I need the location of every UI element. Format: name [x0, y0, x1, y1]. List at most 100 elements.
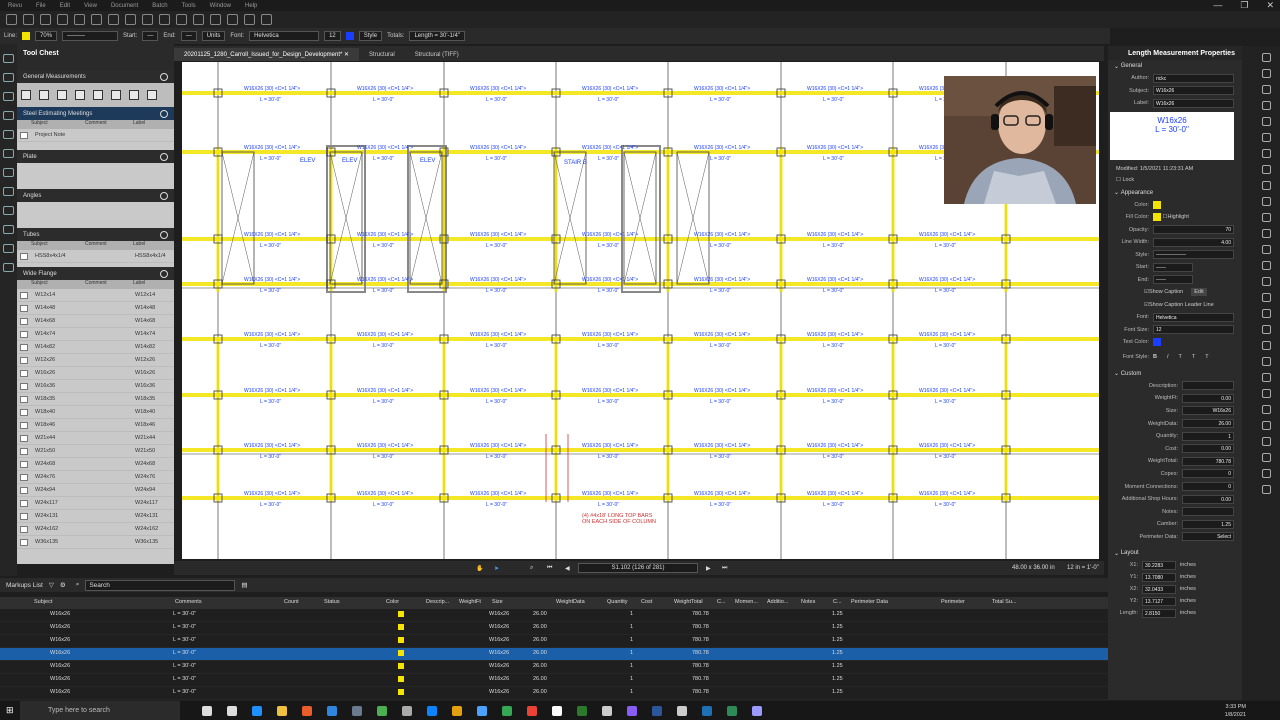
- gear-icon[interactable]: [160, 230, 168, 239]
- toolbar-button-icon[interactable]: [74, 14, 85, 25]
- taskbar-app-icon[interactable]: [426, 705, 437, 716]
- tool-item[interactable]: W14x68 W14x68: [17, 315, 174, 328]
- taskbar-app-icon[interactable]: [551, 705, 562, 716]
- length-tool-icon[interactable]: [21, 90, 31, 100]
- toolbar-button-icon[interactable]: [57, 14, 68, 25]
- column-header[interactable]: WeightData: [556, 599, 585, 605]
- toolbar-button-icon[interactable]: [108, 14, 119, 25]
- custom-field[interactable]: 0.00: [1182, 494, 1234, 504]
- tool-item[interactable]: W12x26 W12x26: [17, 354, 174, 367]
- table-row[interactable]: W16x26 L = 30'-0" W16x26 26.00 1 780.78 1.25: [0, 648, 1108, 661]
- custom-field[interactable]: 780.78: [1182, 456, 1234, 466]
- style-dropdown[interactable]: Style: [358, 31, 383, 41]
- column-header[interactable]: C...: [717, 599, 726, 605]
- menu-item[interactable]: Window: [210, 3, 231, 9]
- panel-tab-icon[interactable]: [1262, 53, 1271, 62]
- toolbar-button-icon[interactable]: [40, 14, 51, 25]
- polylength-tool-icon[interactable]: [39, 90, 49, 100]
- panel-tab-icon[interactable]: [1262, 245, 1271, 254]
- panel-tab-icon[interactable]: [1262, 325, 1271, 334]
- opacity-field[interactable]: 70: [1153, 225, 1234, 235]
- minimize-button[interactable]: —: [1213, 0, 1222, 11]
- taskbar-app-icon[interactable]: [326, 705, 337, 716]
- panel-tab-icon[interactable]: [1262, 373, 1271, 382]
- panel-tab-icon[interactable]: [1262, 229, 1271, 238]
- section-angles[interactable]: Angles: [17, 189, 174, 202]
- first-page-icon[interactable]: ⏮: [547, 565, 552, 572]
- color-swatch[interactable]: [1153, 200, 1161, 209]
- custom-field[interactable]: W16x26: [1182, 406, 1234, 416]
- panel-tab-icon[interactable]: [1262, 453, 1271, 462]
- taskbar-app-icon[interactable]: [226, 705, 237, 716]
- panel-tab-icon[interactable]: [1262, 405, 1271, 414]
- panel-tab-icon[interactable]: [3, 263, 14, 272]
- layout-field[interactable]: 32.0433: [1142, 584, 1176, 594]
- textcolor-swatch[interactable]: [1153, 338, 1161, 347]
- panel-tab-icon[interactable]: [1262, 389, 1271, 398]
- panel-tab-icon[interactable]: [1262, 421, 1271, 430]
- taskbar-app-icon[interactable]: [576, 705, 587, 716]
- tool-item[interactable]: W24x131 W24x131: [17, 510, 174, 523]
- table-row[interactable]: W16x26 L = 30'-0" W16x26 26.00 1 780.78 1.25: [0, 609, 1108, 622]
- custom-field[interactable]: 0: [1182, 482, 1234, 492]
- panel-tab-icon[interactable]: [1262, 181, 1271, 190]
- column-header[interactable]: Count: [284, 599, 299, 605]
- column-header[interactable]: Quantity: [607, 599, 627, 605]
- panel-tab-icon[interactable]: [1262, 69, 1271, 78]
- panel-tab-icon[interactable]: [1262, 197, 1271, 206]
- leader-checkbox[interactable]: ☑ Show Caption Leader Line: [1108, 299, 1242, 312]
- toolbar-button-icon[interactable]: [142, 14, 153, 25]
- area-tool-icon[interactable]: [75, 90, 85, 100]
- next-page-icon[interactable]: ▶: [706, 565, 711, 572]
- general-section-header[interactable]: ⌄ General: [1108, 60, 1242, 72]
- font-dropdown[interactable]: Helvetica: [249, 31, 320, 41]
- toolbar-button-icon[interactable]: [210, 14, 221, 25]
- panel-tab-icon[interactable]: [3, 187, 14, 196]
- column-header[interactable]: Perimeter: [941, 599, 965, 605]
- lock-checkbox[interactable]: ☐ Lock: [1108, 172, 1242, 183]
- linewidth-field[interactable]: 4.00: [1153, 237, 1234, 247]
- start-dropdown[interactable]: ——: [1153, 262, 1193, 272]
- gear-icon[interactable]: [160, 152, 168, 161]
- show-caption-checkbox[interactable]: ☑ Show Caption Edit: [1108, 286, 1242, 299]
- panel-tab-icon[interactable]: [1262, 485, 1271, 494]
- tool-item[interactable]: W14x82 W14x82: [17, 341, 174, 354]
- tool-chest-title[interactable]: Tool Chest: [17, 44, 174, 62]
- toolbar-button-icon[interactable]: [125, 14, 136, 25]
- toolbar-button-icon[interactable]: [193, 14, 204, 25]
- panel-tab-icon[interactable]: [3, 92, 14, 101]
- appearance-section-header[interactable]: ⌄ Appearance: [1108, 187, 1242, 199]
- taskbar-app-icon[interactable]: [726, 705, 737, 716]
- markups-search-input[interactable]: Search: [85, 579, 236, 591]
- menu-item[interactable]: View: [84, 3, 97, 9]
- opacity-field[interactable]: 70%: [35, 31, 58, 41]
- fill-swatch[interactable]: [1153, 213, 1161, 222]
- table-row[interactable]: W16x26 L = 30'-0" W16x26 26.00 1 780.78 1.25: [0, 674, 1108, 687]
- tab-main-document[interactable]: 20201125_1280_Carroll_Issued_for_Design_…: [174, 48, 360, 61]
- taskbar-app-icon[interactable]: [751, 705, 762, 716]
- column-header[interactable]: WeightFt: [459, 599, 481, 605]
- custom-field[interactable]: 0: [1182, 469, 1234, 479]
- column-header[interactable]: Status: [324, 599, 340, 605]
- menu-item[interactable]: Batch: [152, 3, 167, 9]
- close-button[interactable]: ✕: [1266, 0, 1274, 11]
- tool-item[interactable]: W24x94 W24x94: [17, 484, 174, 497]
- column-header[interactable]: Additio...: [767, 599, 788, 605]
- tool-item[interactable]: W24x162 W24x162: [17, 523, 174, 536]
- panel-tab-icon[interactable]: [3, 130, 14, 139]
- panel-tab-icon[interactable]: [1262, 437, 1271, 446]
- tool-item[interactable]: W18x40 W18x40: [17, 406, 174, 419]
- custom-field[interactable]: 1: [1182, 431, 1234, 441]
- column-header[interactable]: WeightTotal: [674, 599, 703, 605]
- tool-item[interactable]: W14x74 W14x74: [17, 328, 174, 341]
- column-header[interactable]: Color: [386, 599, 399, 605]
- panel-tab-icon[interactable]: [1262, 165, 1271, 174]
- taskbar-app-icon[interactable]: [251, 705, 262, 716]
- section-general-measurements[interactable]: General Measurements: [17, 70, 174, 83]
- prev-page-icon[interactable]: ◀: [565, 565, 570, 572]
- toolbar-button-icon[interactable]: [6, 14, 17, 25]
- tab-structural[interactable]: Structural: [359, 49, 405, 61]
- close-icon[interactable]: ✕: [344, 52, 349, 58]
- page-field[interactable]: S1.102 (126 of 281): [578, 563, 698, 573]
- panel-tab-icon[interactable]: [3, 111, 14, 120]
